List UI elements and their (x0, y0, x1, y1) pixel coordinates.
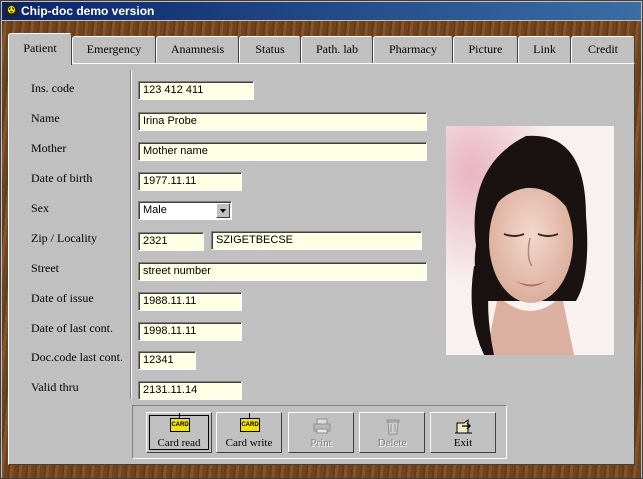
patient-photo (446, 126, 614, 355)
trash-icon (386, 419, 400, 435)
card-icon: CARD (170, 413, 190, 432)
card-read-button[interactable]: CARD Card read (146, 412, 212, 453)
tab-emergency[interactable]: Emergency (72, 36, 156, 63)
dob-label: Date of birth (31, 171, 93, 185)
date-issue-label: Date of issue (31, 291, 94, 305)
exit-button[interactable]: Exit (430, 412, 496, 453)
zip-locality-label: Zip / Locality (31, 231, 97, 245)
doc-code-label: Doc.code last cont. (31, 350, 123, 364)
form-divider (130, 70, 132, 399)
valid-thru-field[interactable]: 2131.11.14 (138, 381, 242, 400)
locality-field[interactable]: SZIGETBECSE (211, 231, 422, 250)
name-label: Name (31, 111, 60, 125)
ins-code-field[interactable]: 123 412 411 (138, 81, 254, 100)
tab-pharmacy[interactable]: Pharmacy (373, 36, 453, 63)
ins-code-label: Ins. code (31, 81, 75, 95)
sex-select[interactable]: Male (138, 201, 232, 220)
sex-select-value: Male (143, 204, 167, 216)
chevron-down-icon[interactable] (216, 203, 230, 218)
tab-status[interactable]: Status (239, 36, 301, 63)
delete-button[interactable]: Delete (359, 412, 425, 453)
tab-picture[interactable]: Picture (453, 36, 518, 63)
valid-thru-label: Valid thru (31, 380, 79, 394)
app-window: ✇ Chip-doc demo version Patient Emergenc… (0, 0, 643, 479)
street-field[interactable]: street number (138, 262, 427, 281)
doc-code-field[interactable]: 12341 (138, 351, 196, 370)
tab-patient[interactable]: Patient (8, 33, 72, 65)
street-label: Street (31, 261, 59, 275)
window-title: Chip-doc demo version (21, 4, 155, 18)
card-icon: CARD (240, 413, 260, 432)
app-icon[interactable]: ✇ (5, 4, 18, 17)
tab-path-lab[interactable]: Path. lab (301, 36, 373, 63)
sex-label: Sex (31, 201, 49, 215)
tab-link[interactable]: Link (518, 36, 571, 63)
mother-label: Mother (31, 141, 67, 155)
tab-credit[interactable]: Credit (571, 36, 635, 63)
mother-field[interactable]: Mother name (138, 142, 427, 161)
tab-anamnesis[interactable]: Anamnesis (156, 36, 239, 63)
dob-field[interactable]: 1977.11.11 (138, 172, 242, 191)
date-issue-field[interactable]: 1988.11.11 (138, 292, 242, 311)
zip-field[interactable]: 2321 (138, 232, 204, 251)
date-last-label: Date of last cont. (31, 321, 113, 335)
card-write-button[interactable]: CARD Card write (216, 412, 282, 453)
door-exit-icon (455, 419, 472, 434)
name-field[interactable]: Irina Probe (138, 112, 427, 131)
print-button[interactable]: Print (288, 412, 354, 453)
title-bar[interactable]: ✇ Chip-doc demo version (2, 2, 641, 20)
printer-icon (313, 418, 331, 434)
date-last-field[interactable]: 1998.11.11 (138, 322, 242, 341)
